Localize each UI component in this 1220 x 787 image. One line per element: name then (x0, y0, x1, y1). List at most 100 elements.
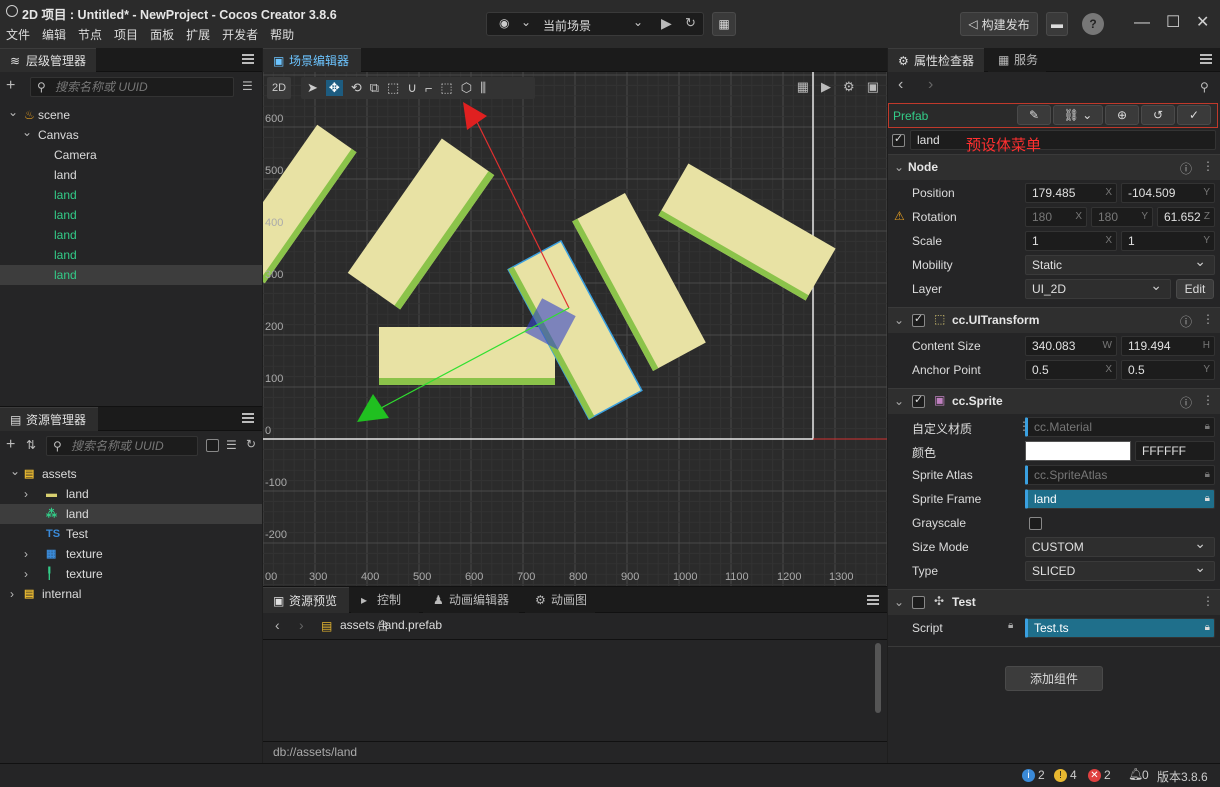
add-icon[interactable]: + (6, 436, 15, 454)
hierarchy-node[interactable]: land (0, 245, 262, 265)
prefab-open-button[interactable]: ✎ (1017, 105, 1051, 125)
chevron-right-icon[interactable]: › (24, 484, 28, 504)
refresh-icon[interactable]: ↻ (685, 15, 696, 31)
tab-hierarchy[interactable]: ≋ 层级管理器 (0, 48, 96, 72)
gear-icon[interactable]: ⚙ (843, 79, 855, 95)
menu-extension[interactable]: 扩展 (186, 26, 210, 43)
component-enabled-checkbox[interactable] (912, 596, 925, 609)
rotate-icon[interactable]: ⟲ (351, 80, 362, 96)
node-active-checkbox[interactable] (892, 132, 905, 147)
menu-icon[interactable] (867, 595, 879, 605)
atlas-field[interactable]: cc.SpriteAtlas 🔒︎ (1025, 465, 1215, 485)
back-icon[interactable]: ‹ (275, 617, 280, 633)
menu-project[interactable]: 项目 (114, 26, 138, 43)
mobility-select[interactable]: Static (1025, 252, 1215, 275)
menu-file[interactable]: 文件 (6, 26, 30, 43)
add-icon[interactable]: + (6, 77, 15, 95)
bell-icon[interactable]: 🔔︎ (1128, 767, 1143, 781)
uitransform-section-header[interactable]: ⌄ ⬚ cc.UITransform ⓘ ⋮ (888, 307, 1220, 333)
scene-select[interactable]: ◉ ⌄ 当前场景 ⌄ ▶ ↻ (486, 12, 704, 36)
menu-developer[interactable]: 开发者 (222, 26, 258, 43)
sprite-section-header[interactable]: ⌄ ▣ cc.Sprite ⓘ ⋮ (888, 388, 1220, 414)
scrollbar[interactable] (875, 643, 881, 713)
scale-icon[interactable]: ⧉ (370, 80, 379, 96)
tab-assets[interactable]: ▤ 资源管理器 (0, 407, 98, 431)
hierarchy-node[interactable]: land (0, 225, 262, 245)
warning-icon[interactable]: ! (1054, 769, 1067, 782)
hierarchy-node[interactable]: land (0, 185, 262, 205)
asset-item[interactable]: ⌄ ▤ assets (0, 464, 262, 484)
color-swatch[interactable] (1025, 441, 1131, 461)
back-icon[interactable]: ‹ (898, 76, 903, 94)
search-input[interactable]: ⚲ 搜索名称或 UUID (30, 77, 234, 97)
rotation-y-field[interactable]: 180 Y (1091, 207, 1153, 227)
sort-icon[interactable]: ⇅ (26, 438, 36, 452)
tab-animation-editor[interactable]: ♟ 动画编辑器 (423, 587, 519, 613)
refresh-icon[interactable]: ↻ (246, 437, 256, 451)
position-x-field[interactable]: 179.485 X (1025, 183, 1117, 203)
node-section-header[interactable]: ⌄ Node ⓘ ⋮ (888, 154, 1220, 180)
tab-scene-editor[interactable]: ▣ 场景编辑器 (263, 48, 361, 72)
add-component-button[interactable]: 添加组件 (1005, 666, 1103, 691)
filter-checkbox[interactable] (206, 439, 219, 452)
pin-icon[interactable]: ⌐ (425, 81, 433, 96)
component-enabled-checkbox[interactable] (912, 312, 925, 327)
land-sprite[interactable] (658, 163, 836, 301)
list-icon[interactable]: ☰ (226, 438, 237, 452)
magnet-icon[interactable]: ∪ (407, 80, 417, 96)
rect-icon[interactable]: ⬚ (387, 80, 399, 96)
mode-2d-button[interactable]: 2D (267, 77, 291, 99)
scale-y-field[interactable]: 1Y (1121, 231, 1215, 251)
asset-item[interactable]: › ╿ texture (0, 564, 262, 584)
hierarchy-node[interactable]: ⌄ Canvas (0, 125, 262, 145)
chevron-right-icon[interactable]: › (10, 584, 14, 604)
forward-icon[interactable]: › (928, 76, 933, 94)
size-mode-select[interactable]: CUSTOM (1025, 534, 1215, 557)
color-hex-field[interactable]: FFFFFF (1135, 441, 1215, 461)
layer-edit-button[interactable]: Edit (1176, 279, 1214, 299)
chevron-right-icon[interactable]: › (24, 544, 28, 564)
hierarchy-node[interactable]: land (0, 165, 262, 185)
cube-icon[interactable]: ⬡ (461, 80, 472, 96)
build-button[interactable]: ◁ 构建发布 (960, 12, 1038, 36)
chevron-down-icon[interactable]: ⌄ (8, 102, 18, 122)
error-icon[interactable]: ✕ (1088, 769, 1101, 782)
chevron-down-icon[interactable]: ⌄ (10, 461, 20, 481)
menu-icon[interactable] (242, 54, 254, 64)
position-y-field[interactable]: -104.509 Y (1121, 183, 1215, 203)
menu-edit[interactable]: 编辑 (42, 26, 66, 43)
anchor-x-field[interactable]: 0.5 X (1025, 360, 1117, 380)
menu-icon[interactable] (242, 413, 254, 423)
menu-panel[interactable]: 面板 (150, 26, 174, 43)
minimize-icon[interactable]: — (1134, 14, 1150, 32)
hierarchy-node[interactable]: Camera (0, 145, 262, 165)
select-icon[interactable]: ➤ (307, 80, 318, 96)
help-icon[interactable]: ? (1082, 13, 1104, 35)
more-icon[interactable]: ⋮ (1202, 312, 1214, 326)
land-sprite[interactable] (379, 327, 555, 385)
rotation-z-field[interactable]: 61.652 Z (1157, 207, 1215, 227)
chevron-down-icon[interactable]: ⌄ (22, 122, 32, 142)
prefab-locate-button[interactable]: ⊕ (1105, 105, 1139, 125)
grayscale-checkbox[interactable] (1029, 517, 1042, 530)
help-icon[interactable]: ⓘ (1180, 160, 1192, 177)
scene-canvas[interactable]: 6005004003002001000-100-200 00 300 400 500 6… (263, 72, 887, 586)
camera-icon[interactable]: ▶ (821, 79, 831, 95)
tab-inspector[interactable]: ⚙ 属性检查器 (888, 48, 984, 72)
menu-node[interactable]: 节点 (78, 26, 102, 43)
component-enabled-checkbox[interactable] (912, 393, 925, 408)
more-icon[interactable]: ⋮ (1202, 159, 1214, 173)
more-icon[interactable]: ⋮ (1202, 594, 1214, 608)
anchor-y-field[interactable]: 0.5 Y (1121, 360, 1215, 380)
sprite-frame-field[interactable]: land 🔒︎ (1025, 489, 1215, 509)
prefab-unlink-button[interactable]: ⛓ ⌄ (1053, 105, 1103, 125)
scale-x-field[interactable]: 1X (1025, 231, 1117, 251)
tab-console[interactable]: ▸ 控制台 (351, 587, 419, 633)
play-icon[interactable]: ▶ (661, 15, 672, 32)
type-select[interactable]: SLICED (1025, 558, 1215, 581)
align-icon[interactable]: ⫼ (480, 80, 486, 96)
path-root[interactable]: assets (340, 618, 375, 632)
menu-icon[interactable] (1200, 54, 1212, 64)
snap-icon[interactable]: ⬚ (440, 80, 452, 96)
pin-icon[interactable]: ⚲ (1200, 80, 1209, 94)
